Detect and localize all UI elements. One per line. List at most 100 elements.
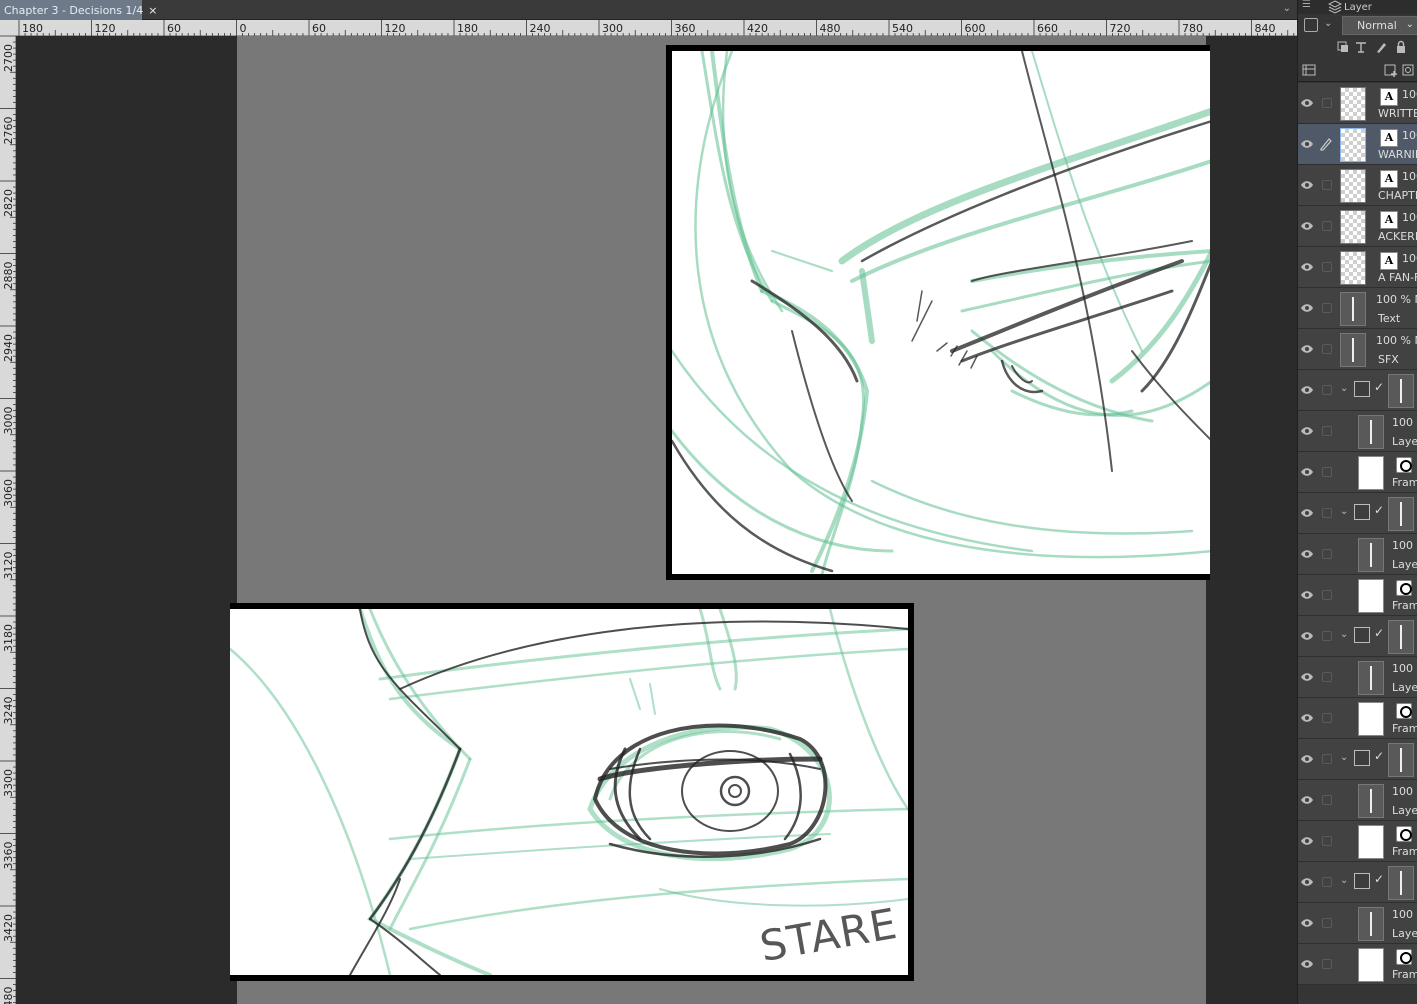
layer-row-text[interactable]: A 100 WRITTEN [1298,83,1417,124]
layer-row-text[interactable]: A 100 WARNING [1298,124,1417,165]
layer-lock-checkbox[interactable] [1322,836,1332,846]
layer-lock-checkbox[interactable] [1322,754,1332,764]
layer-row-sublayer[interactable]: 100 % Layer [1298,903,1417,944]
panel-menu-icon[interactable]: ☰ [1302,0,1311,10]
layer-thumbnail [1388,743,1414,777]
layer-row-text[interactable]: A 100 A FAN-FIC [1298,247,1417,288]
visibility-eye-icon[interactable] [1300,548,1314,560]
folder-expand-chevron-icon[interactable]: ⌄ [1340,383,1348,394]
tab-list-chevron-icon[interactable]: ⌄ [1283,3,1291,14]
layer-lock-checkbox[interactable] [1322,590,1332,600]
layer-lock-checkbox[interactable] [1322,344,1332,354]
layer-row-frame[interactable]: Frame [1298,944,1417,985]
layer-lock-checkbox[interactable] [1322,877,1332,887]
visibility-eye-icon[interactable] [1300,507,1314,519]
folder-expand-chevron-icon[interactable]: ⌄ [1340,506,1348,517]
layer-row-frame[interactable]: Frame [1298,575,1417,616]
visibility-eye-icon[interactable] [1300,302,1314,314]
layer-row-frame[interactable]: Frame [1298,698,1417,739]
layer-lock-checkbox[interactable] [1322,508,1332,518]
layer-row-frame[interactable]: Frame [1298,821,1417,862]
visibility-eye-icon[interactable] [1300,425,1314,437]
panel-stare[interactable]: STARE [230,603,914,981]
reference-layer-icon[interactable] [1354,40,1368,54]
blend-dropdown-chevron-icon[interactable]: ⌄ [1406,19,1414,30]
visibility-eye-icon[interactable] [1300,753,1314,765]
layer-row-sublayer[interactable]: 100 % Layer [1298,534,1417,575]
panel-eye-closeup[interactable] [666,45,1210,580]
layer-row-folder[interactable]: 100 % No Text [1298,288,1417,329]
folder-expand-chevron-icon[interactable]: ⌄ [1340,752,1348,763]
layer-lock-checkbox[interactable] [1322,98,1332,108]
ruler-top-label: 60 [167,22,181,35]
visibility-eye-icon[interactable] [1300,794,1314,806]
lock-icon[interactable] [1394,40,1408,54]
text-layer-icon: A [1380,88,1398,106]
layer-lock-checkbox[interactable] [1322,467,1332,477]
document-tab[interactable]: Chapter 3 - Decisions 1/4 × [0,0,157,20]
layer-thumbnail [1358,702,1384,736]
layer-color-icon[interactable] [1304,18,1318,32]
layer-row-frame-folder[interactable]: ⌄ ✓ [1298,739,1417,780]
layer-row-sublayer[interactable]: 100 % Layer [1298,657,1417,698]
folder-expand-chevron-icon[interactable]: ⌄ [1340,875,1348,886]
visibility-eye-icon[interactable] [1300,261,1314,273]
visibility-eye-icon[interactable] [1300,835,1314,847]
visibility-eye-icon[interactable] [1300,589,1314,601]
layer-lock-checkbox[interactable] [1322,713,1332,723]
visibility-eye-icon[interactable] [1300,958,1314,970]
canvas-area[interactable]: STARE [16,36,1297,1004]
layer-panel-header: ☰ Layer [1298,0,1417,14]
layer-row-frame-folder[interactable]: ⌄ ✓ [1298,493,1417,534]
close-tab-icon[interactable]: × [148,4,157,17]
visibility-eye-icon[interactable] [1300,179,1314,191]
layer-lock-checkbox[interactable] [1322,959,1332,969]
frame-border-icon [1396,580,1412,596]
layer-lock-checkbox[interactable] [1322,303,1332,313]
new-vector-layer-icon[interactable] [1402,63,1416,77]
visibility-eye-icon[interactable] [1300,97,1314,109]
checkmark-icon: ✓ [1374,872,1385,886]
new-raster-layer-icon[interactable] [1384,63,1398,77]
layer-lock-checkbox[interactable] [1322,918,1332,928]
visibility-eye-icon[interactable] [1300,917,1314,929]
frame-border-icon [1396,826,1412,842]
visibility-eye-icon[interactable] [1300,220,1314,232]
visibility-eye-icon[interactable] [1300,466,1314,478]
chevron-down-icon[interactable]: ⌄ [1324,18,1332,29]
checkmark-icon: ✓ [1374,503,1385,517]
layer-row-frame-folder[interactable]: ⌄ ✓ [1298,616,1417,657]
layer-row-folder[interactable]: 100 % No SFX [1298,329,1417,370]
layer-row-frame-folder[interactable]: ⌄ ✓ [1298,862,1417,903]
layer-lock-checkbox[interactable] [1322,549,1332,559]
visibility-eye-icon[interactable] [1300,343,1314,355]
clip-to-layer-below-icon[interactable] [1336,40,1350,54]
visibility-eye-icon[interactable] [1300,384,1314,396]
layer-row-frame-folder[interactable]: ⌄ ✓ [1298,370,1417,411]
layer-lock-checkbox[interactable] [1322,795,1332,805]
visibility-eye-icon[interactable] [1300,630,1314,642]
layer-lock-checkbox[interactable] [1322,180,1332,190]
layer-lock-checkbox[interactable] [1322,221,1332,231]
folder-expand-chevron-icon[interactable]: ⌄ [1340,629,1348,640]
layer-lock-checkbox[interactable] [1322,385,1332,395]
layer-lock-checkbox[interactable] [1322,426,1332,436]
layer-lock-checkbox[interactable] [1322,262,1332,272]
draft-layer-icon[interactable] [1374,40,1388,54]
layer-row-sublayer[interactable]: 100 % Layer [1298,780,1417,821]
layer-row-text[interactable]: A 100 ACKERM [1298,206,1417,247]
layer-thumbnail [1340,333,1366,367]
layer-row-text[interactable]: A 100 CHAPTE [1298,165,1417,206]
layer-row-sublayer[interactable]: 100 % Layer [1298,411,1417,452]
blend-mode-select[interactable]: Normal ⌄ [1342,16,1417,35]
layer-thumbnail [1358,579,1384,613]
layer-property-icon[interactable] [1302,63,1316,77]
ruler-top-label: 0 [240,22,247,35]
visibility-eye-icon[interactable] [1300,712,1314,724]
visibility-eye-icon[interactable] [1300,671,1314,683]
layer-lock-checkbox[interactable] [1322,672,1332,682]
layer-lock-checkbox[interactable] [1322,631,1332,641]
layer-row-frame[interactable]: Frame [1298,452,1417,493]
visibility-eye-icon[interactable] [1300,876,1314,888]
visibility-eye-icon[interactable] [1300,138,1314,150]
